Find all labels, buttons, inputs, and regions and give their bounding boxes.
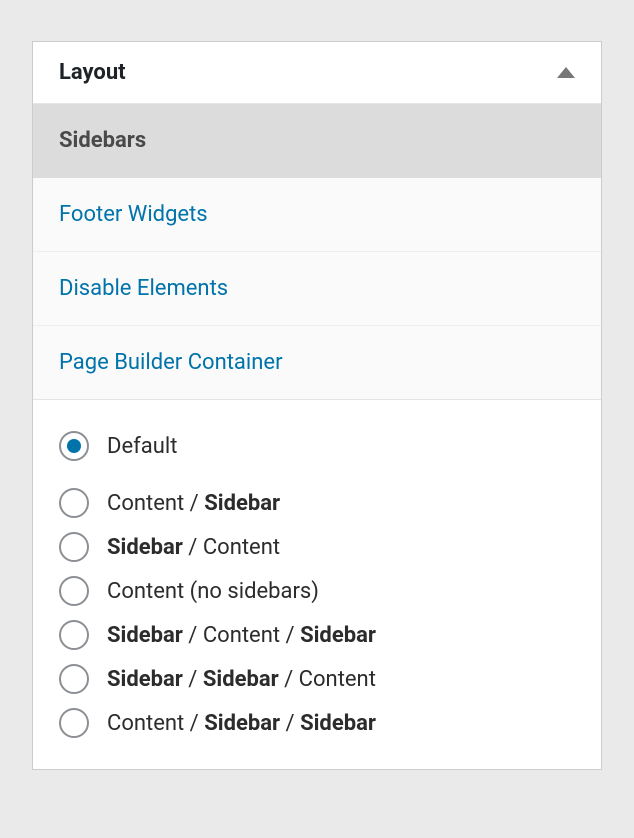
tab-label: Footer Widgets [59,202,208,227]
tab-page-builder-container[interactable]: Page Builder Container [33,326,601,400]
radio-button[interactable] [59,488,89,518]
option-label: Default [107,434,177,459]
layout-option[interactable]: Content / Sidebar [59,481,575,525]
layout-option[interactable]: Content / Sidebar / Sidebar [59,701,575,745]
tab-label: Page Builder Container [59,350,283,375]
tab-label: Disable Elements [59,276,228,301]
radio-button[interactable] [59,620,89,650]
radio-button[interactable] [59,708,89,738]
layout-option[interactable]: Default [59,424,575,481]
radio-button[interactable] [59,576,89,606]
tab-list: Sidebars Footer Widgets Disable Elements Pa… [33,104,601,400]
option-label: Sidebar / Sidebar / Content [107,667,376,692]
layout-option[interactable]: Sidebar / Content / Sidebar [59,613,575,657]
option-label: Content (no sidebars) [107,579,319,604]
radio-button[interactable] [59,664,89,694]
collapse-up-icon [557,67,575,78]
radio-button[interactable] [59,431,89,461]
tab-footer-widgets[interactable]: Footer Widgets [33,178,601,252]
tab-disable-elements[interactable]: Disable Elements [33,252,601,326]
option-label: Sidebar / Content / Sidebar [107,623,376,648]
layout-option[interactable]: Sidebar / Content [59,525,575,569]
layout-option[interactable]: Sidebar / Sidebar / Content [59,657,575,701]
layout-option[interactable]: Content (no sidebars) [59,569,575,613]
tab-label: Sidebars [59,128,146,153]
panel-title: Layout [59,60,126,85]
option-label: Sidebar / Content [107,535,280,560]
option-label: Content / Sidebar / Sidebar [107,711,376,736]
radio-button[interactable] [59,532,89,562]
option-label: Content / Sidebar [107,491,280,516]
panel-header[interactable]: Layout [33,42,601,104]
tab-sidebars[interactable]: Sidebars [33,104,601,178]
sidebar-options: Default Content / Sidebar Sidebar / Conten… [33,400,601,769]
layout-panel: Layout Sidebars Footer Widgets Disable Ele… [32,41,602,770]
